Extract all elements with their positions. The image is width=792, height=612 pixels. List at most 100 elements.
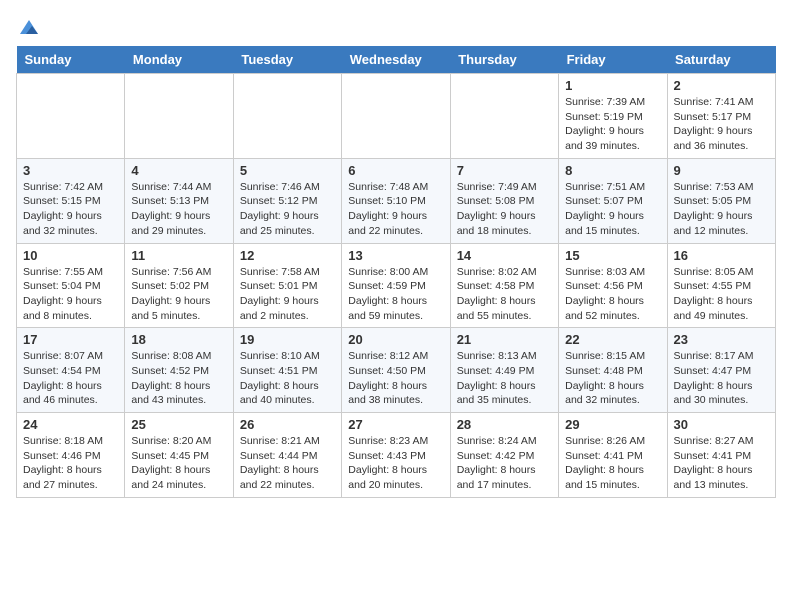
day-cell: 22Sunrise: 8:15 AM Sunset: 4:48 PM Dayli… — [559, 328, 667, 413]
day-number: 17 — [23, 332, 118, 347]
day-info: Sunrise: 8:23 AM Sunset: 4:43 PM Dayligh… — [348, 434, 443, 493]
day-info: Sunrise: 8:03 AM Sunset: 4:56 PM Dayligh… — [565, 265, 660, 324]
day-info: Sunrise: 7:56 AM Sunset: 5:02 PM Dayligh… — [131, 265, 226, 324]
day-number: 21 — [457, 332, 552, 347]
day-cell: 10 Sunrise: 7:55 AM Sunset: 5:04 PM Dayli… — [17, 243, 125, 328]
day-number: 8 — [565, 163, 660, 178]
day-info: Sunrise: 7:53 AM Sunset: 5:05 PM Dayligh… — [674, 180, 769, 239]
day-info: Sunrise: 8:26 AM Sunset: 4:41 PM Dayligh… — [565, 434, 660, 493]
day-cell: 24Sunrise: 8:18 AM Sunset: 4:46 PM Dayli… — [17, 413, 125, 498]
day-header-friday: Friday — [559, 46, 667, 74]
day-info: Sunrise: 7:41 AM Sunset: 5:17 PM Dayligh… — [674, 95, 769, 154]
day-number: 25 — [131, 417, 226, 432]
day-cell — [450, 74, 558, 159]
day-number: 14 — [457, 248, 552, 263]
day-header-wednesday: Wednesday — [342, 46, 450, 74]
day-number: 3 — [23, 163, 118, 178]
day-info: Sunrise: 7:51 AM Sunset: 5:07 PM Dayligh… — [565, 180, 660, 239]
day-header-monday: Monday — [125, 46, 233, 74]
day-header-tuesday: Tuesday — [233, 46, 341, 74]
day-cell — [233, 74, 341, 159]
day-cell: 17 Sunrise: 8:07 AM Sunset: 4:54 PM Dayli… — [17, 328, 125, 413]
day-cell: 21 Sunrise: 8:13 AM Sunset: 4:49 PM Dayli… — [450, 328, 558, 413]
day-info: Sunrise: 8:05 AM Sunset: 4:55 PM Dayligh… — [674, 265, 769, 324]
day-cell: 8 Sunrise: 7:51 AM Sunset: 5:07 PM Daylig… — [559, 158, 667, 243]
day-cell: 11Sunrise: 7:56 AM Sunset: 5:02 PM Dayli… — [125, 243, 233, 328]
day-info: Sunrise: 7:55 AM Sunset: 5:04 PM Dayligh… — [23, 265, 118, 324]
day-info: Sunrise: 7:46 AM Sunset: 5:12 PM Dayligh… — [240, 180, 335, 239]
day-cell: 29 Sunrise: 8:26 AM Sunset: 4:41 PM Dayli… — [559, 413, 667, 498]
day-info: Sunrise: 7:42 AM Sunset: 5:15 PM Dayligh… — [23, 180, 118, 239]
day-number: 16 — [674, 248, 769, 263]
day-number: 9 — [674, 163, 769, 178]
day-cell: 23 Sunrise: 8:17 AM Sunset: 4:47 PM Dayli… — [667, 328, 775, 413]
day-info: Sunrise: 8:17 AM Sunset: 4:47 PM Dayligh… — [674, 349, 769, 408]
day-number: 24 — [23, 417, 118, 432]
day-info: Sunrise: 8:13 AM Sunset: 4:49 PM Dayligh… — [457, 349, 552, 408]
day-cell: 27 Sunrise: 8:23 AM Sunset: 4:43 PM Dayli… — [342, 413, 450, 498]
day-cell: 26 Sunrise: 8:21 AM Sunset: 4:44 PM Dayli… — [233, 413, 341, 498]
day-info: Sunrise: 8:10 AM Sunset: 4:51 PM Dayligh… — [240, 349, 335, 408]
day-cell — [342, 74, 450, 159]
day-header-saturday: Saturday — [667, 46, 775, 74]
day-info: Sunrise: 8:27 AM Sunset: 4:41 PM Dayligh… — [674, 434, 769, 493]
day-cell: 18 Sunrise: 8:08 AM Sunset: 4:52 PM Dayli… — [125, 328, 233, 413]
day-number: 4 — [131, 163, 226, 178]
day-number: 26 — [240, 417, 335, 432]
day-number: 13 — [348, 248, 443, 263]
day-info: Sunrise: 8:24 AM Sunset: 4:42 PM Dayligh… — [457, 434, 552, 493]
day-cell: 2Sunrise: 7:41 AM Sunset: 5:17 PM Daylig… — [667, 74, 775, 159]
day-cell: 5Sunrise: 7:46 AM Sunset: 5:12 PM Daylig… — [233, 158, 341, 243]
day-number: 19 — [240, 332, 335, 347]
day-number: 28 — [457, 417, 552, 432]
logo-icon — [18, 16, 40, 38]
day-number: 23 — [674, 332, 769, 347]
day-info: Sunrise: 8:15 AM Sunset: 4:48 PM Dayligh… — [565, 349, 660, 408]
day-number: 1 — [565, 78, 660, 93]
day-cell: 1Sunrise: 7:39 AM Sunset: 5:19 PM Daylig… — [559, 74, 667, 159]
day-info: Sunrise: 8:02 AM Sunset: 4:58 PM Dayligh… — [457, 265, 552, 324]
week-row-4: 17 Sunrise: 8:07 AM Sunset: 4:54 PM Dayli… — [17, 328, 776, 413]
day-number: 30 — [674, 417, 769, 432]
header-row: SundayMondayTuesdayWednesdayThursdayFrid… — [17, 46, 776, 74]
day-header-thursday: Thursday — [450, 46, 558, 74]
day-cell — [125, 74, 233, 159]
day-cell: 13 Sunrise: 8:00 AM Sunset: 4:59 PM Dayli… — [342, 243, 450, 328]
day-info: Sunrise: 8:07 AM Sunset: 4:54 PM Dayligh… — [23, 349, 118, 408]
day-number: 12 — [240, 248, 335, 263]
week-row-2: 3 Sunrise: 7:42 AM Sunset: 5:15 PM Daylig… — [17, 158, 776, 243]
day-number: 10 — [23, 248, 118, 263]
day-cell: 7 Sunrise: 7:49 AM Sunset: 5:08 PM Daylig… — [450, 158, 558, 243]
day-header-sunday: Sunday — [17, 46, 125, 74]
day-cell: 12Sunrise: 7:58 AM Sunset: 5:01 PM Dayli… — [233, 243, 341, 328]
day-number: 27 — [348, 417, 443, 432]
day-cell: 16 Sunrise: 8:05 AM Sunset: 4:55 PM Dayli… — [667, 243, 775, 328]
day-info: Sunrise: 8:00 AM Sunset: 4:59 PM Dayligh… — [348, 265, 443, 324]
day-cell: 20 Sunrise: 8:12 AM Sunset: 4:50 PM Dayli… — [342, 328, 450, 413]
day-number: 18 — [131, 332, 226, 347]
day-cell: 9 Sunrise: 7:53 AM Sunset: 5:05 PM Daylig… — [667, 158, 775, 243]
day-info: Sunrise: 8:21 AM Sunset: 4:44 PM Dayligh… — [240, 434, 335, 493]
day-info: Sunrise: 8:08 AM Sunset: 4:52 PM Dayligh… — [131, 349, 226, 408]
day-info: Sunrise: 7:48 AM Sunset: 5:10 PM Dayligh… — [348, 180, 443, 239]
day-number: 6 — [348, 163, 443, 178]
week-row-1: 1Sunrise: 7:39 AM Sunset: 5:19 PM Daylig… — [17, 74, 776, 159]
week-row-5: 24Sunrise: 8:18 AM Sunset: 4:46 PM Dayli… — [17, 413, 776, 498]
day-info: Sunrise: 7:44 AM Sunset: 5:13 PM Dayligh… — [131, 180, 226, 239]
day-cell — [17, 74, 125, 159]
day-info: Sunrise: 8:12 AM Sunset: 4:50 PM Dayligh… — [348, 349, 443, 408]
day-cell: 28 Sunrise: 8:24 AM Sunset: 4:42 PM Dayli… — [450, 413, 558, 498]
day-number: 20 — [348, 332, 443, 347]
day-info: Sunrise: 7:49 AM Sunset: 5:08 PM Dayligh… — [457, 180, 552, 239]
logo — [16, 16, 40, 38]
day-cell: 14 Sunrise: 8:02 AM Sunset: 4:58 PM Dayli… — [450, 243, 558, 328]
day-cell: 19 Sunrise: 8:10 AM Sunset: 4:51 PM Dayli… — [233, 328, 341, 413]
day-number: 15 — [565, 248, 660, 263]
day-cell: 4 Sunrise: 7:44 AM Sunset: 5:13 PM Daylig… — [125, 158, 233, 243]
page-header — [16, 16, 776, 38]
day-cell: 25 Sunrise: 8:20 AM Sunset: 4:45 PM Dayli… — [125, 413, 233, 498]
day-info: Sunrise: 8:20 AM Sunset: 4:45 PM Dayligh… — [131, 434, 226, 493]
day-number: 29 — [565, 417, 660, 432]
day-number: 7 — [457, 163, 552, 178]
calendar-table: SundayMondayTuesdayWednesdayThursdayFrid… — [16, 46, 776, 498]
